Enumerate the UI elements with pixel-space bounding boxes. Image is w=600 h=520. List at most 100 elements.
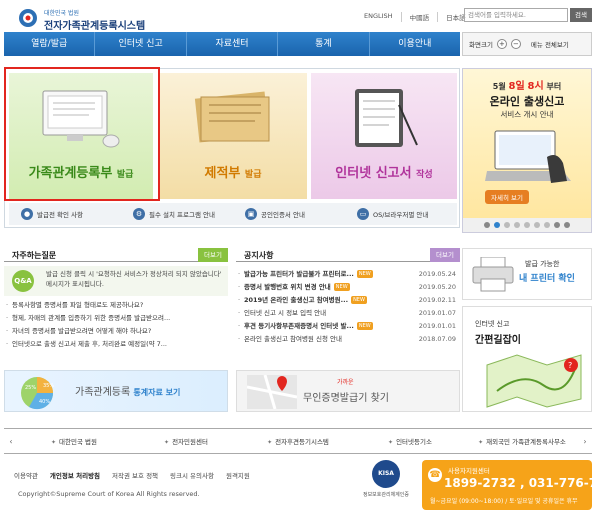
promo-birth-report[interactable]: 5월 8일 8시 부터 온라인 출생신고 서비스 개시 안내 자세히 보기 xyxy=(462,68,592,233)
panel-internet-report[interactable]: 인터넷 신고서 작성 xyxy=(311,73,457,199)
pager-dot[interactable] xyxy=(524,222,530,228)
quick-os-browser-guide[interactable]: ▭ OS/브라우저별 안내 xyxy=(345,203,457,225)
main-nav: 열람/발급 인터넷 신고 자료센터 통계 이용안내 xyxy=(4,32,460,56)
printer-check-title: 내 프린터 확인 xyxy=(519,274,575,284)
notice-section: 공지사항 더보기 발급가능 프린터가 발급불가 프린터로...NEW2019.0… xyxy=(236,248,460,366)
promo-detail-button[interactable]: 자세히 보기 xyxy=(485,190,529,204)
lang-english[interactable]: ENGLISH xyxy=(356,12,401,22)
nav-view-issue[interactable]: 열람/발급 xyxy=(4,32,96,56)
new-badge: NEW xyxy=(356,270,373,278)
quick-required-programs[interactable]: ⚙ 필수 설치 프로그램 안내 xyxy=(121,203,233,225)
support-hours: 월~금요일 (09:00~18:00) / 토·일요일 및 공휴일은 휴무 xyxy=(430,498,578,505)
stats-banner-text: 가족관계등록 통계자료 보기 xyxy=(75,387,181,398)
kiosk-finder-label: 가까운 xyxy=(337,379,354,386)
notice-more-button[interactable]: 더보기 xyxy=(430,248,460,262)
list-item[interactable]: 온라인 출생신고 참여병원 신청 안내2018.07.09 xyxy=(236,333,460,346)
pager-dot[interactable] xyxy=(504,222,510,228)
phone-icon: ☎ xyxy=(428,468,442,482)
monitor-small-icon: ▭ xyxy=(357,208,369,220)
simple-guide-title: 간편길잡이 xyxy=(475,335,521,346)
nav-usage-guide[interactable]: 이용안내 xyxy=(370,32,460,56)
related-site-link[interactable]: 인터넷등기소 xyxy=(354,436,466,446)
faq-title: 자주하는질문 xyxy=(12,251,57,260)
support-center-box: ☎ 사용자지원센터 1899-2732 , 031-776-7878 월~금요일… xyxy=(422,460,600,510)
guide-map-icon: ? xyxy=(486,354,582,408)
list-item[interactable]: 2019년 온라인 출생신고 참여병원...NEW2019.02.11 xyxy=(236,294,460,307)
related-sites-bar: ‹ 대한민국 법원 전자민원센터 전자후견등기시스템 인터넷등기소 재외국민 가… xyxy=(4,428,592,454)
nav-internet-report[interactable]: 인터넷 신고 xyxy=(95,32,187,56)
list-item[interactable]: 증명서 발행번호 위치 변경 안내NEW2019.05.20 xyxy=(236,281,460,294)
menu-all-button[interactable]: 메뉴 전체보기 xyxy=(531,39,569,49)
court-emblem-icon xyxy=(19,9,37,27)
search-input[interactable]: 검색어를 입력하세요. xyxy=(464,8,568,22)
privacy-policy-link[interactable]: 개인정보 처리방침 xyxy=(50,470,100,480)
list-item[interactable]: 형제, 자매의 관계를 입증하기 위한 증명서를 발급받으려... xyxy=(4,312,228,325)
related-site-link[interactable]: 대한민국 법원 xyxy=(18,436,130,446)
new-badge: NEW xyxy=(351,296,367,304)
remote-support-link[interactable]: 원격지원 xyxy=(226,470,250,480)
faq-list: 등록사항별 증명서를 파일 형태로도 제공하나요? 형제, 자매의 관계를 입증… xyxy=(4,299,228,351)
kisa-certification: KISA 정보보호관리체계인증 xyxy=(356,460,416,508)
list-item[interactable]: 발급가능 프린터가 발급불가 프린터로...NEW2019.05.24 xyxy=(236,268,460,281)
nav-statistics[interactable]: 통계 xyxy=(278,32,370,56)
simple-guide-label: 인터넷 신고 xyxy=(475,320,510,328)
link-notice-link[interactable]: 링크시 유의사항 xyxy=(170,470,214,480)
terms-link[interactable]: 이용약관 xyxy=(14,470,38,480)
zoom-out-icon[interactable]: − xyxy=(510,39,521,49)
list-item[interactable]: 인터넷 신고 시 정보 입력 안내2019.01.07 xyxy=(236,307,460,320)
pager-prev-icon[interactable] xyxy=(484,222,490,228)
pager-dot[interactable] xyxy=(544,222,550,228)
lang-chinese[interactable]: 中國語 xyxy=(400,12,438,22)
pie-chart-icon: 25% 35% 40% xyxy=(21,377,54,410)
gear-icon: ⚙ xyxy=(133,208,145,220)
chevron-left-icon[interactable]: ‹ xyxy=(4,437,18,446)
quick-check-before-issue[interactable]: ● 발급전 확인 사항 xyxy=(9,203,121,225)
logo-title: 전자가족관계등록시스템 xyxy=(44,21,146,32)
certificate-icon: ▣ xyxy=(245,208,257,220)
new-badge: NEW xyxy=(356,322,373,330)
pager-dot[interactable] xyxy=(494,222,500,228)
panel-removed-register-title: 제적부 발급 xyxy=(204,166,262,181)
list-item[interactable]: 등록사항별 증명서를 파일 형태로도 제공하나요? xyxy=(4,299,228,312)
pager-dot[interactable] xyxy=(514,222,520,228)
promo-pager xyxy=(463,218,591,232)
document-stack-icon xyxy=(194,91,270,143)
related-site-link[interactable]: 전자민원센터 xyxy=(130,436,242,446)
svg-text:?: ? xyxy=(568,361,572,370)
list-item[interactable]: 자녀의 증명서를 발급받으려면 어떻게 해야 하나요? xyxy=(4,325,228,338)
panel-internet-report-title: 인터넷 신고서 작성 xyxy=(335,166,433,181)
support-phone-numbers: 1899-2732 , 031-776-7878 xyxy=(444,476,600,490)
kiosk-finder-banner[interactable]: 가까운 무인증명발급기 찾기 xyxy=(236,370,460,412)
simple-guide-banner[interactable]: 인터넷 신고 간편길잡이 ? xyxy=(462,306,592,412)
zoom-in-icon[interactable]: + xyxy=(496,39,507,49)
site-logo[interactable]: 대한민국 법원 전자가족관계등록시스템 xyxy=(18,6,158,32)
tablet-form-icon xyxy=(355,89,418,147)
faq-highlight-text: 발급 신청 클릭 시 '요청하신 서비스가 정상처리 되지 않았습니다' 메시지… xyxy=(46,270,222,288)
chevron-right-icon[interactable]: › xyxy=(578,437,592,446)
search-button[interactable]: 검색 xyxy=(570,8,592,22)
panel-removed-register[interactable]: 제적부 발급 xyxy=(159,73,307,199)
highlight-frame xyxy=(4,67,160,201)
list-item[interactable]: 후견 등기사항부존재증명서 인터넷 발...NEW2019.01.01 xyxy=(236,320,460,333)
list-item[interactable]: 인터넷으로 출생 신고서 제출 후, 처리완료 예정일(약 7... xyxy=(4,338,228,351)
related-site-link[interactable]: 전자후견등기시스템 xyxy=(242,436,354,446)
kisa-logo-icon: KISA xyxy=(372,460,400,488)
faq-highlight[interactable]: Q&A 발급 신청 클릭 시 '요청하신 서비스가 정상처리 되지 않았습니다'… xyxy=(4,266,228,296)
svg-text:25%: 25% xyxy=(25,385,36,391)
related-site-link[interactable]: 재외국민 가족관계등록사무소 xyxy=(466,436,578,446)
faq-header: 자주하는질문 더보기 xyxy=(4,248,228,262)
language-selector: ENGLISH 中國語 日本語 xyxy=(356,12,474,22)
pager-next-icon[interactable] xyxy=(564,222,570,228)
stats-banner[interactable]: 25% 35% 40% 가족관계등록 통계자료 보기 xyxy=(4,370,228,412)
pager-pause-icon[interactable] xyxy=(554,222,560,228)
kiosk-finder-title: 무인증명발급기 찾기 xyxy=(303,393,389,404)
bulb-icon: ● xyxy=(21,208,33,220)
nav-resource-center[interactable]: 자료센터 xyxy=(187,32,279,56)
kisa-caption: 정보보호관리체계인증 xyxy=(362,492,409,498)
copyright-policy-link[interactable]: 저작권 보호 정책 xyxy=(112,470,158,480)
quick-guide-bar: ● 발급전 확인 사항 ⚙ 필수 설치 프로그램 안내 ▣ 공인인증서 안내 ▭ OS/… xyxy=(9,203,457,225)
printer-check-banner[interactable]: 발급 가능한 내 프린터 확인 xyxy=(462,248,592,300)
faq-more-button[interactable]: 더보기 xyxy=(198,248,228,262)
quick-certificate-guide[interactable]: ▣ 공인인증서 안내 xyxy=(233,203,345,225)
pager-dot[interactable] xyxy=(534,222,540,228)
